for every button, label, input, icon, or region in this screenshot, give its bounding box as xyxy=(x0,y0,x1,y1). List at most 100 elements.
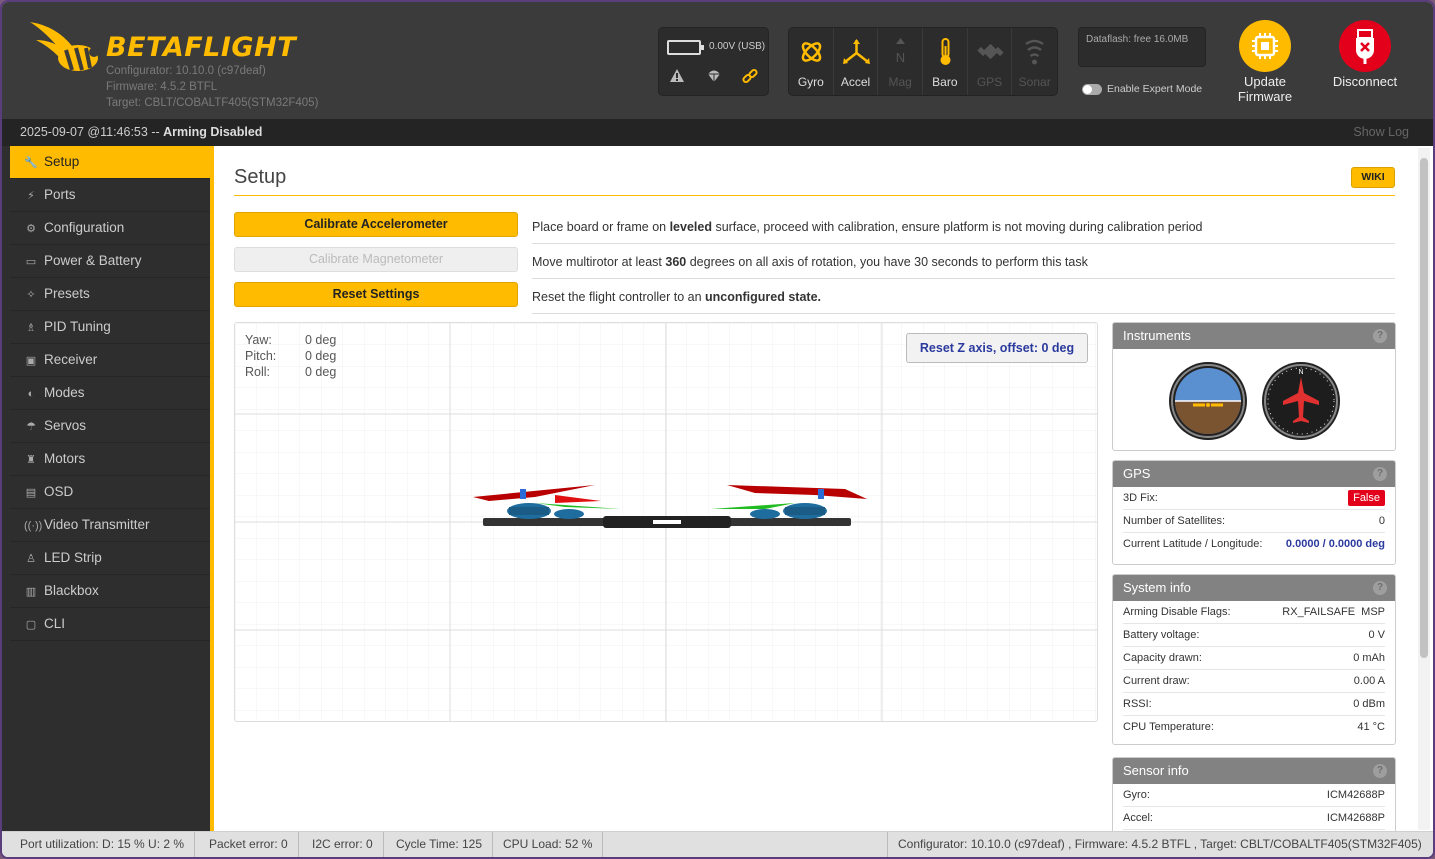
cli-icon: ▢ xyxy=(25,619,37,631)
sensor-info-panel: Sensor info? Gyro: ICM42688P Accel: ICM426… xyxy=(1112,757,1396,837)
cpu-load: CPU Load: 52 % xyxy=(493,832,604,857)
usb-disconnect-icon xyxy=(1339,20,1391,72)
cpu-temperature-row: CPU Temperature: 41 °C xyxy=(1123,721,1385,733)
help-icon[interactable]: ? xyxy=(1373,467,1387,481)
show-log-link[interactable]: Show Log xyxy=(1353,125,1409,139)
calibrate-accelerometer-description: Place board or frame on leveled surface,… xyxy=(532,210,1395,244)
sidebar: 🔧 Setup ⚡ Ports ⚙ Configuration ▭ Power & Ba… xyxy=(2,146,214,831)
port-utilization: Port utilization: D: 15 % U: 2 % xyxy=(10,832,196,857)
scrollbar-thumb[interactable] xyxy=(1420,158,1428,658)
quadcopter-model xyxy=(473,485,867,528)
instruments-panel: Instruments? N xyxy=(1112,322,1396,451)
status-timestamp: 2025-09-07 @11:46:53 xyxy=(20,125,148,139)
target-name: Target: CBLT/COBALTF405(STM32F405) xyxy=(106,97,319,109)
sensor-accel: Accel xyxy=(834,28,879,95)
sidebar-item-ports[interactable]: ⚡ Ports xyxy=(10,179,210,212)
arming-state: Arming Disabled xyxy=(163,125,263,139)
cycle-time: Cycle Time: 125 xyxy=(386,832,494,857)
firmware-version: Firmware: 4.5.2 BTFL xyxy=(106,81,218,93)
logo-text: BETAFLIGHT xyxy=(106,32,297,63)
sidebar-item-osd[interactable]: ▤ OSD xyxy=(10,476,210,509)
capacity-drawn-row: Capacity drawn: 0 mAh xyxy=(1123,647,1385,670)
panel-title: GPS xyxy=(1123,466,1151,481)
warning-icon xyxy=(666,68,688,90)
reset-settings-description: Reset the flight controller to an unconf… xyxy=(532,280,1395,314)
motor-icon: ♜ xyxy=(26,454,36,466)
footer-status-bar: Port utilization: D: 15 % U: 2 % Packet … xyxy=(2,831,1433,857)
model-view[interactable]: Yaw: 0 deg Pitch: 0 deg Roll: 0 deg Reset Z… xyxy=(234,322,1098,722)
calibrate-accelerometer-button[interactable]: Calibrate Accelerometer xyxy=(234,212,518,237)
sidebar-item-setup[interactable]: 🔧 Setup xyxy=(10,146,210,179)
sidebar-item-power-battery[interactable]: ▭ Power & Battery xyxy=(10,245,210,278)
gps-lat-lon-row: Current Latitude / Longitude: 0.0000 / 0.… xyxy=(1123,538,1385,550)
arming-status: 2025-09-07 @11:46:53 -- Arming Disabled xyxy=(20,125,263,139)
panel-title: Instruments xyxy=(1123,328,1191,343)
chip-icon xyxy=(1239,20,1291,72)
sensor-gyro: Gyro xyxy=(789,28,834,95)
gyro-icon xyxy=(801,42,822,62)
battery-voltage-row: Battery voltage: 0 V xyxy=(1123,624,1385,647)
sidebar-item-motors[interactable]: ♜ Motors xyxy=(10,443,210,476)
gps-panel: GPS? 3D Fix: False Number of Satellites: 0… xyxy=(1112,460,1396,565)
sidebar-item-configuration[interactable]: ⚙ Configuration xyxy=(10,212,210,245)
heading-indicator-icon: N xyxy=(1262,362,1340,440)
reset-z-axis-button[interactable]: Reset Z axis, offset: 0 deg xyxy=(906,333,1088,363)
configurator-version: Configurator: 10.10.0 (c97deaf) xyxy=(106,65,266,77)
sidebar-item-servos[interactable]: ☂ Servos xyxy=(10,410,210,443)
svg-text:N: N xyxy=(896,50,905,65)
scrollbar[interactable] xyxy=(1418,148,1430,830)
sidebar-item-video-transmitter[interactable]: ((·)) Video Transmitter xyxy=(10,509,210,542)
led-icon: ♙ xyxy=(26,553,36,565)
sidebar-item-led-strip[interactable]: ♙ LED Strip xyxy=(10,542,210,575)
sidebar-item-presets[interactable]: ✧ Presets xyxy=(10,278,210,311)
plug-icon: ⚡ xyxy=(27,190,35,202)
sonar-icon xyxy=(1025,39,1045,65)
main-content: Setup WIKI Calibrate Accelerometer Place… xyxy=(214,146,1421,837)
svg-text:N: N xyxy=(1298,369,1303,376)
status-bar: 2025-09-07 @11:46:53 -- Arming Disabled … xyxy=(2,119,1433,146)
page-title: Setup xyxy=(234,166,287,188)
accel-icon xyxy=(842,39,870,64)
bee-logo-icon xyxy=(30,22,99,71)
sidebar-item-pid-tuning[interactable]: ♗ PID Tuning xyxy=(10,311,210,344)
link-icon xyxy=(739,68,761,90)
expert-mode-label: Enable Expert Mode xyxy=(1107,83,1203,95)
dataflash-status: Dataflash: free 16.0MB xyxy=(1078,27,1206,67)
sidebar-item-blackbox[interactable]: ▥ Blackbox xyxy=(10,575,210,608)
sidebar-item-cli[interactable]: ▢ CLI xyxy=(10,608,210,641)
receiver-icon: ▣ xyxy=(25,355,37,367)
status-badge: False xyxy=(1348,490,1385,506)
help-icon[interactable]: ? xyxy=(1373,329,1387,343)
version-info: Configurator: 10.10.0 (c97deaf) , Firmwa… xyxy=(887,832,1432,857)
calibrate-magnetometer-button[interactable]: Calibrate Magnetometer xyxy=(234,247,518,272)
wiki-button[interactable]: WIKI xyxy=(1351,167,1395,188)
i2c-error: I2C error: 0 xyxy=(302,832,384,857)
sidebar-item-modes[interactable]: ◐ Modes xyxy=(10,377,210,410)
help-icon[interactable]: ? xyxy=(1373,581,1387,595)
title-divider xyxy=(234,195,1395,196)
gps-satellites-row: Number of Satellites: 0 xyxy=(1123,510,1385,533)
blackbox-icon: ▥ xyxy=(25,586,37,598)
toggle-switch[interactable] xyxy=(1082,83,1102,95)
battery-icon xyxy=(667,40,704,55)
vtx-icon: ((·)) xyxy=(24,520,43,532)
disconnect-button[interactable]: Disconnect xyxy=(1325,20,1405,89)
calibrate-magnetometer-description: Move multirotor at least 360 degrees on … xyxy=(532,245,1395,279)
update-firmware-button[interactable]: Update Firmware xyxy=(1225,20,1305,104)
dataflash-label: Dataflash: free 16.0MB xyxy=(1086,34,1189,45)
current-draw-row: Current draw: 0.00 A xyxy=(1123,670,1385,693)
help-icon[interactable]: ? xyxy=(1373,764,1387,778)
logo: BETAFLIGHT Configurator: 10.10.0 (c97dea… xyxy=(22,16,322,116)
panel-title: System info xyxy=(1123,580,1191,595)
expert-mode-toggle[interactable]: Enable Expert Mode xyxy=(1082,83,1202,95)
system-info-panel: System info? Arming Disable Flags: RX_FAI… xyxy=(1112,574,1396,745)
packet-error: Packet error: 0 xyxy=(199,832,299,857)
baro-icon xyxy=(940,38,951,65)
battery-status: 0.00V (USB) xyxy=(658,27,769,96)
sensor-mag: N Mag xyxy=(878,28,924,95)
battery-voltage: 0.00V (USB) xyxy=(709,41,766,52)
sidebar-item-receiver[interactable]: ▣ Receiver xyxy=(10,344,210,377)
attitude-indicator-icon xyxy=(1169,362,1247,440)
reset-settings-button[interactable]: Reset Settings xyxy=(234,282,518,307)
failsafe-icon xyxy=(703,68,725,90)
